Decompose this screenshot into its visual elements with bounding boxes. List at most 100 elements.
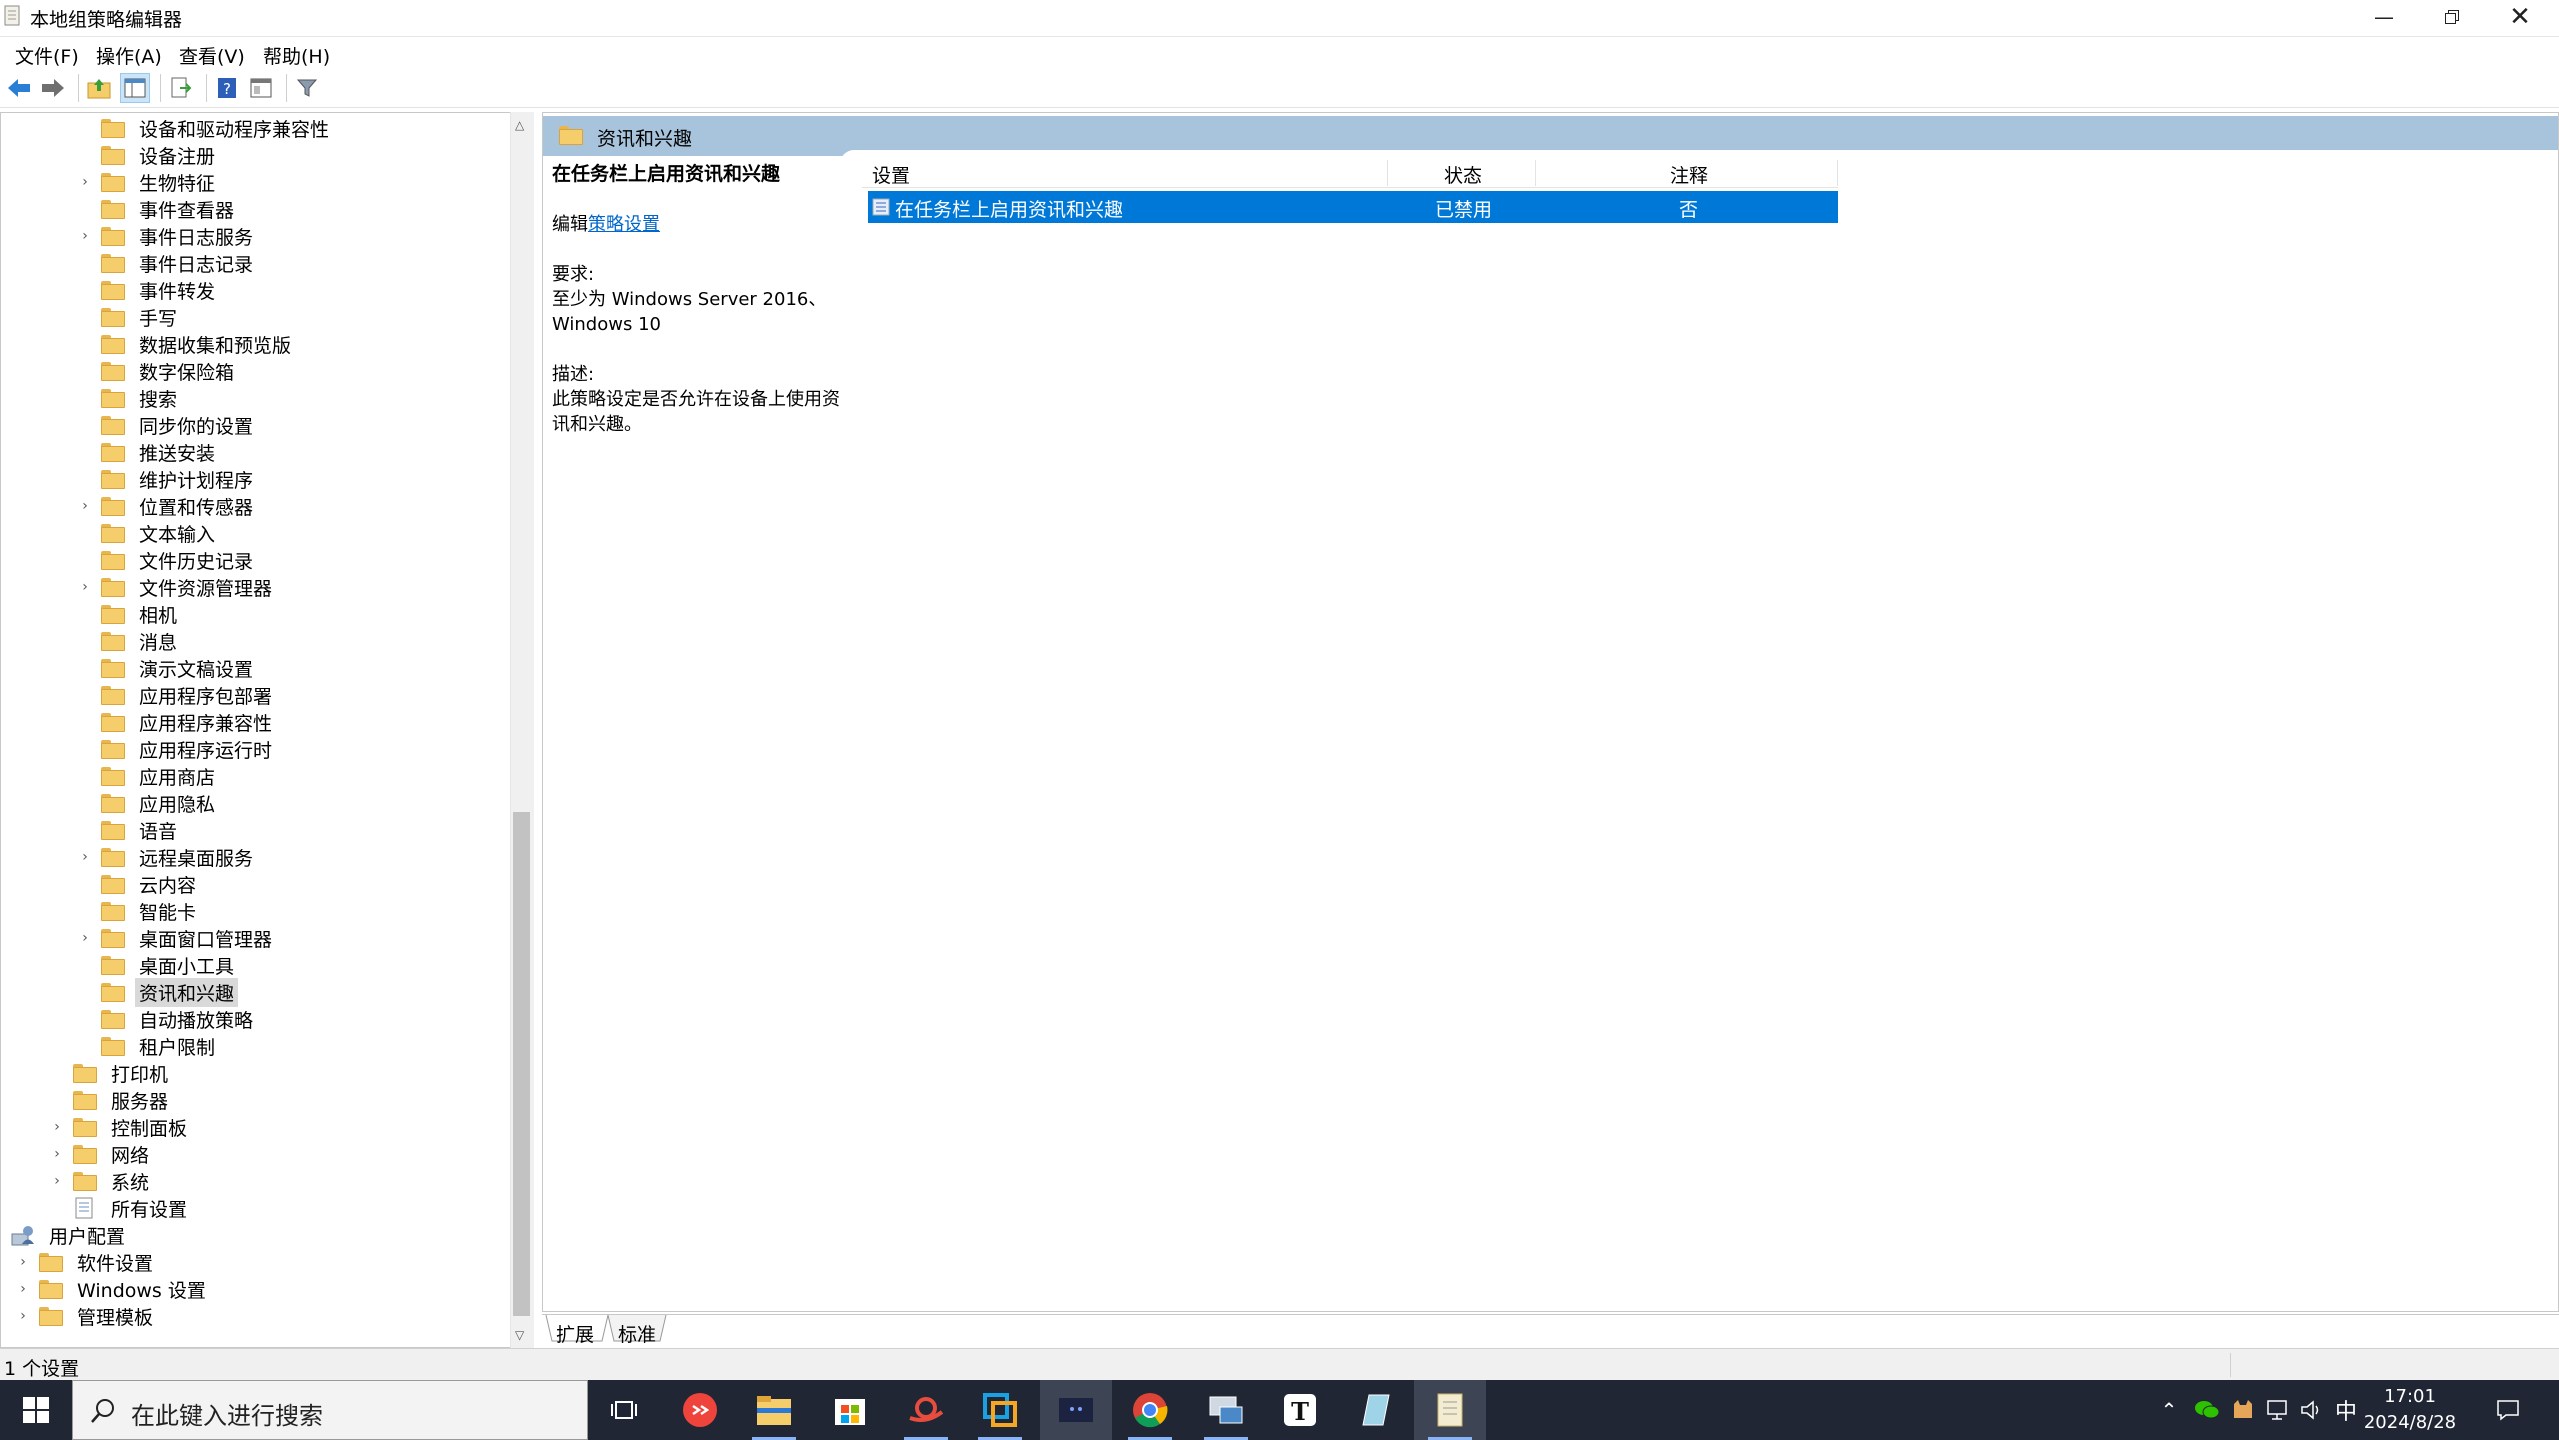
tree-item[interactable]: 数字保险箱 <box>77 358 238 384</box>
taskbar-app-typora[interactable]: T <box>1264 1380 1336 1440</box>
column-header-setting[interactable]: 设置 <box>872 161 910 188</box>
tree-item[interactable]: 消息 <box>77 628 181 654</box>
tab-extended[interactable]: 扩展 <box>556 1320 594 1347</box>
tree-item[interactable]: 应用程序运行时 <box>77 736 276 762</box>
chevron-right-icon[interactable]: › <box>77 930 93 946</box>
start-button[interactable] <box>0 1380 72 1440</box>
back-button[interactable] <box>4 73 34 103</box>
tree-item[interactable]: 搜索 <box>77 385 181 411</box>
tree-item[interactable]: 相机 <box>77 601 181 627</box>
taskbar-clock[interactable]: 17:01 2024/8/28 <box>2360 1384 2460 1436</box>
table-row[interactable]: 在任务栏上启用资讯和兴趣 已禁用 否 <box>868 191 1838 223</box>
tree-item[interactable]: 手写 <box>77 304 181 330</box>
tree-item[interactable]: ⌄ 用户配置 <box>1 1222 129 1248</box>
column-divider[interactable] <box>1387 160 1388 186</box>
tree-item[interactable]: › 文件资源管理器 <box>77 574 276 600</box>
tree-item[interactable]: 维护计划程序 <box>77 466 257 492</box>
tree-item[interactable]: 推送安装 <box>77 439 219 465</box>
column-divider[interactable] <box>1837 160 1838 186</box>
tree-item[interactable]: 服务器 <box>49 1087 172 1113</box>
ime-indicator[interactable]: 中 <box>2330 1380 2362 1440</box>
tree-item[interactable]: 应用隐私 <box>77 790 219 816</box>
taskbar-search-box[interactable]: 在此键入进行搜索 <box>72 1380 588 1440</box>
tree-item[interactable]: 打印机 <box>49 1060 172 1086</box>
chevron-right-icon[interactable]: › <box>49 1173 65 1189</box>
column-header-state[interactable]: 状态 <box>1444 161 1482 188</box>
tree-item[interactable]: 应用商店 <box>77 763 219 789</box>
show-hide-tree-button[interactable] <box>120 73 150 103</box>
taskbar-app-chrome[interactable] <box>1114 1380 1186 1440</box>
filter-button[interactable] <box>292 73 322 103</box>
chevron-right-icon[interactable]: › <box>49 1119 65 1135</box>
scroll-down-arrow-icon[interactable]: ▽ <box>515 1328 524 1342</box>
taskbar-app-terminal[interactable] <box>1040 1380 1112 1440</box>
forward-button[interactable] <box>38 73 68 103</box>
taskbar-app-policy-editor[interactable] <box>1414 1380 1486 1440</box>
tree-item[interactable]: › Windows 设置 <box>15 1276 210 1302</box>
column-divider[interactable] <box>1535 160 1536 186</box>
tree-item[interactable]: 事件日志记录 <box>77 250 257 276</box>
properties-button[interactable] <box>246 73 276 103</box>
tree-item[interactable]: 桌面小工具 <box>77 952 238 978</box>
tree-item[interactable]: 语音 <box>77 817 181 843</box>
tray-network[interactable] <box>2262 1380 2294 1440</box>
tree-item[interactable]: 同步你的设置 <box>77 412 257 438</box>
tree-item[interactable]: › 生物特征 <box>77 169 219 195</box>
chevron-down-icon[interactable]: ⌄ <box>1 1227 3 1243</box>
tree-item[interactable]: 云内容 <box>77 871 200 897</box>
tree-item[interactable]: 演示文稿设置 <box>77 655 257 681</box>
tree-item[interactable]: › 事件日志服务 <box>77 223 257 249</box>
taskbar-app-snail[interactable] <box>890 1380 962 1440</box>
tree-item[interactable]: › 系统 <box>49 1168 153 1194</box>
tree-item[interactable]: 资讯和兴趣 <box>77 977 239 1007</box>
action-center-button[interactable] <box>2486 1380 2530 1440</box>
minimize-button[interactable]: — <box>2350 0 2418 34</box>
tray-volume[interactable] <box>2296 1380 2328 1440</box>
tree-item[interactable]: › 网络 <box>49 1141 153 1167</box>
chevron-right-icon[interactable]: › <box>15 1308 31 1324</box>
tree-item[interactable]: 应用程序包部署 <box>77 682 276 708</box>
export-list-button[interactable] <box>166 73 196 103</box>
chevron-right-icon[interactable]: › <box>15 1281 31 1297</box>
taskbar-app-remote-desktop[interactable] <box>964 1380 1036 1440</box>
help-button[interactable]: ? <box>212 73 242 103</box>
close-button[interactable]: ✕ <box>2486 0 2554 34</box>
chevron-right-icon[interactable]: › <box>77 579 93 595</box>
tab-standard[interactable]: 标准 <box>618 1320 656 1347</box>
tree-item[interactable]: 所有设置 <box>49 1195 191 1221</box>
tree-item[interactable]: 智能卡 <box>77 898 200 924</box>
restore-button[interactable] <box>2418 0 2486 34</box>
up-one-level-button[interactable] <box>84 73 114 103</box>
scroll-up-arrow-icon[interactable]: △ <box>515 118 524 132</box>
tree-scrollbar-thumb[interactable] <box>513 812 530 1316</box>
taskbar-app-notes[interactable] <box>1340 1380 1412 1440</box>
taskbar-app-file-explorer[interactable] <box>738 1380 810 1440</box>
chevron-right-icon[interactable]: › <box>49 1146 65 1162</box>
menu-file[interactable]: 文件(F) <box>13 40 81 71</box>
tree-item[interactable]: 文本输入 <box>77 520 219 546</box>
menu-view[interactable]: 查看(V) <box>177 40 247 71</box>
taskbar-app-anydesk[interactable] <box>664 1380 736 1440</box>
menu-help[interactable]: 帮助(H) <box>261 40 332 71</box>
show-hidden-icons-button[interactable]: ⌃ <box>2156 1380 2182 1440</box>
chevron-right-icon[interactable]: › <box>15 1254 31 1270</box>
edit-policy-link[interactable]: 策略设置 <box>588 214 660 235</box>
tree-item[interactable]: › 位置和传感器 <box>77 493 257 519</box>
tree-item[interactable]: 事件查看器 <box>77 196 238 222</box>
tree-item[interactable]: › 桌面窗口管理器 <box>77 925 276 951</box>
tray-cat-app[interactable] <box>2226 1380 2260 1440</box>
tree-item[interactable]: 自动播放策略 <box>77 1006 257 1032</box>
tree-item[interactable]: 设备注册 <box>77 142 219 168</box>
menu-action[interactable]: 操作(A) <box>94 40 164 71</box>
tree-item[interactable]: › 控制面板 <box>49 1114 191 1140</box>
tree-item[interactable]: 文件历史记录 <box>77 547 257 573</box>
taskbar-app-network-admin[interactable] <box>1190 1380 1262 1440</box>
tree-item[interactable]: 事件转发 <box>77 277 219 303</box>
tree-item[interactable]: 数据收集和预览版 <box>77 331 295 357</box>
tree-item[interactable]: 租户限制 <box>77 1033 219 1059</box>
chevron-right-icon[interactable]: › <box>77 174 93 190</box>
column-header-comment[interactable]: 注释 <box>1670 161 1708 188</box>
tree-item[interactable]: › 远程桌面服务 <box>77 844 257 870</box>
tree-item[interactable]: 应用程序兼容性 <box>77 709 276 735</box>
chevron-right-icon[interactable]: › <box>77 228 93 244</box>
